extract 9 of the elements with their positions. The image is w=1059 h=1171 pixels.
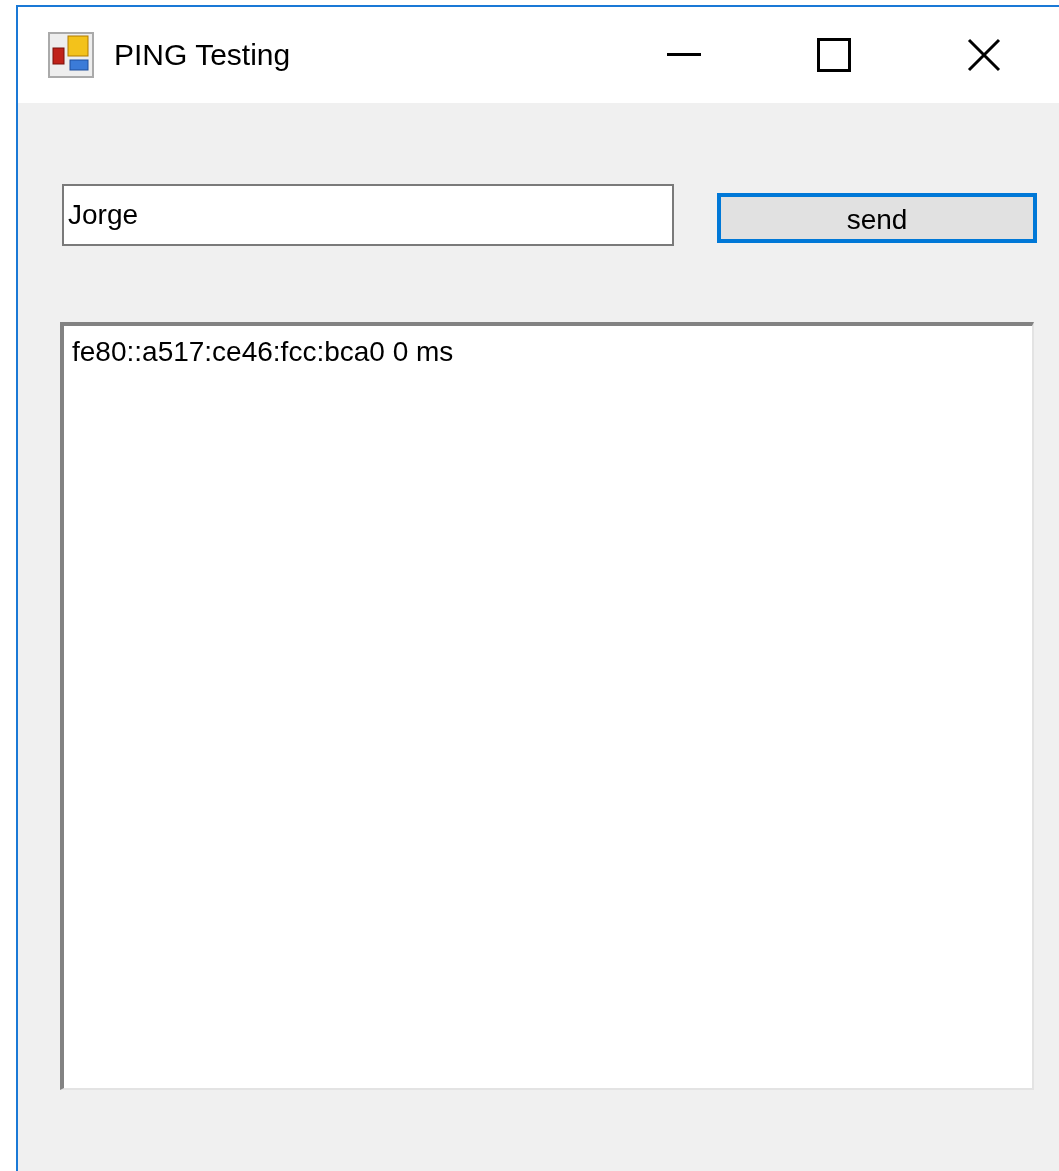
window-title: PING Testing [114,38,292,72]
result-line[interactable]: fe80::a517:ce46:fcc:bca0 0 ms [72,336,454,368]
results-list[interactable]: fe80::a517:ce46:fcc:bca0 0 ms [60,322,1034,1090]
maximize-icon [817,38,851,72]
close-icon [967,38,1001,72]
app-icon [48,32,94,78]
host-input-field[interactable]: Jorge [62,184,674,246]
minimize-icon [667,53,701,57]
send-button[interactable]: send [717,193,1037,243]
